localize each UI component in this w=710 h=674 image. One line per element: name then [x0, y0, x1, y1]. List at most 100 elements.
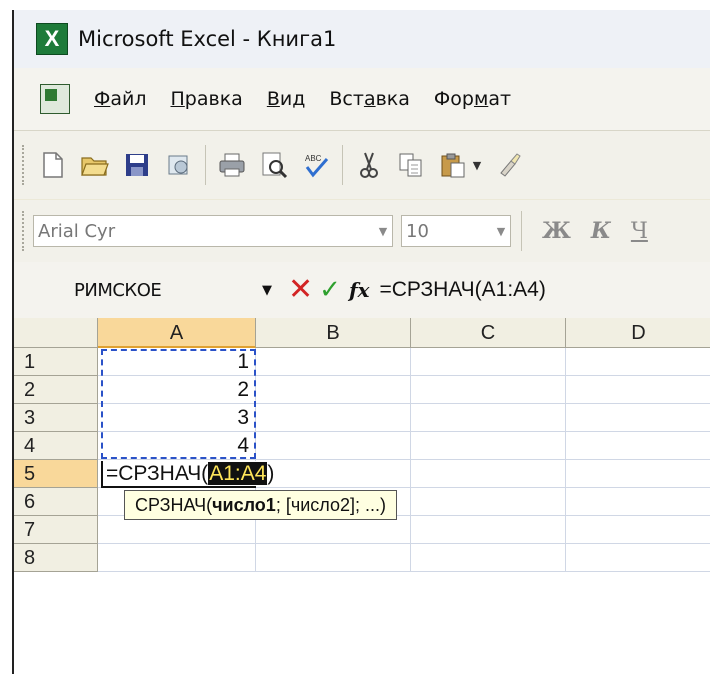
chevron-down-icon[interactable]: ▼ [374, 216, 392, 246]
cell-d2[interactable] [566, 376, 710, 404]
window-title: Microsoft Excel - Книга1 [78, 27, 337, 51]
column-header-b[interactable]: B [256, 318, 411, 348]
spelling-icon[interactable]: ABC [300, 149, 332, 181]
menu-edit[interactable]: Правка [171, 88, 243, 110]
font-size-combo[interactable]: 10 ▼ [401, 215, 511, 247]
chevron-down-icon[interactable]: ▼ [262, 283, 278, 298]
cell-c8[interactable] [411, 544, 566, 572]
cell-d1[interactable] [566, 348, 710, 376]
print-icon[interactable] [216, 149, 248, 181]
enter-check-icon[interactable]: ✓ [319, 277, 341, 303]
cell-b3[interactable] [256, 404, 411, 432]
open-folder-icon[interactable] [79, 149, 111, 181]
worksheet-grid[interactable]: A B C D 1 2 3 4 5 6 7 8 1 2 3 4 =СРЗНАЧ(… [14, 318, 710, 674]
cell-a1[interactable]: 1 [98, 348, 256, 376]
cell-a7[interactable] [98, 516, 256, 544]
paste-dropdown-icon[interactable]: ▼ [471, 149, 483, 181]
insert-function-icon[interactable]: fx [349, 278, 370, 302]
font-size-value: 10 [406, 220, 429, 242]
font-name-combo[interactable]: Arial Cyr ▼ [33, 215, 393, 247]
row-header-7[interactable]: 7 [14, 516, 98, 544]
cell-c3[interactable] [411, 404, 566, 432]
save-icon[interactable] [121, 149, 153, 181]
select-all-corner[interactable] [14, 318, 98, 348]
cut-icon[interactable] [353, 149, 385, 181]
menu-view[interactable]: Вид [267, 88, 306, 110]
chevron-down-icon[interactable]: ▼ [492, 216, 510, 246]
cell-d8[interactable] [566, 544, 710, 572]
menu-file[interactable]: Файл [94, 88, 147, 110]
paste-icon[interactable] [437, 149, 469, 181]
print-preview-icon[interactable] [258, 149, 290, 181]
cell-d6[interactable] [566, 488, 710, 516]
column-header-a[interactable]: A [98, 318, 256, 348]
column-header-d[interactable]: D [566, 318, 710, 348]
italic-button[interactable]: К [591, 218, 611, 244]
cell-d7[interactable] [566, 516, 710, 544]
menu-edit-post: равка [184, 88, 243, 110]
tooltip-current-arg[interactable]: число1 [212, 495, 276, 515]
format-painter-icon[interactable] [493, 149, 525, 181]
formatting-toolbar: Arial Cyr ▼ 10 ▼ Ж К Ч [14, 200, 710, 263]
cell-d3[interactable] [566, 404, 710, 432]
standard-toolbar: ABC ▼ [14, 131, 710, 199]
cell-d5[interactable] [566, 460, 710, 488]
workbook-icon[interactable] [40, 84, 70, 114]
cell-c7[interactable] [411, 516, 566, 544]
cell-b7[interactable] [256, 516, 411, 544]
row-header-6[interactable]: 6 [14, 488, 98, 516]
active-cell-editor[interactable]: =СРЗНАЧ(A1:A4) [101, 461, 274, 488]
menu-insert-post: вка [375, 88, 410, 110]
menu-file-key: Ф [94, 88, 111, 110]
bold-button[interactable]: Ж [542, 218, 571, 244]
edit-range-reference[interactable]: A1:A4 [208, 462, 268, 485]
cell-d4[interactable] [566, 432, 710, 460]
toolbar-separator [521, 211, 522, 251]
row-header-2[interactable]: 2 [14, 376, 98, 404]
tooltip-function-name[interactable]: СРЗНАЧ( [135, 495, 212, 515]
cancel-icon[interactable]: ✕ [288, 275, 313, 305]
cell-b2[interactable] [256, 376, 411, 404]
menu-insert[interactable]: Вставка [329, 88, 410, 110]
font-name-value: Arial Cyr [38, 220, 116, 242]
toolbar-grip[interactable] [22, 145, 27, 185]
excel-logo-icon [36, 23, 68, 55]
menu-format[interactable]: Формат [434, 88, 511, 110]
permission-icon[interactable] [163, 149, 195, 181]
title-bar: Microsoft Excel - Книга1 [14, 10, 710, 68]
cell-b1[interactable] [256, 348, 411, 376]
cell-a2[interactable]: 2 [98, 376, 256, 404]
edit-suffix: ) [267, 462, 275, 485]
menu-insert-pre: Вст [329, 88, 364, 110]
cell-c6[interactable] [411, 488, 566, 516]
row-header-5[interactable]: 5 [14, 460, 98, 488]
svg-text:ABC: ABC [305, 154, 322, 163]
cell-a8[interactable] [98, 544, 256, 572]
formula-input[interactable]: =СРЗНАЧ(A1:A4) [379, 278, 545, 302]
menu-view-post: ид [279, 88, 306, 110]
tooltip-rest: ; [число2]; ...) [275, 495, 386, 515]
toolbar-separator [205, 145, 206, 185]
cell-a3[interactable]: 3 [98, 404, 256, 432]
cell-b4[interactable] [256, 432, 411, 460]
cell-c4[interactable] [411, 432, 566, 460]
row-header-3[interactable]: 3 [14, 404, 98, 432]
row-header-4[interactable]: 4 [14, 432, 98, 460]
menu-edit-key: П [170, 88, 185, 110]
copy-icon[interactable] [395, 149, 427, 181]
cell-a4[interactable]: 4 [98, 432, 256, 460]
menu-insert-key: а [363, 88, 376, 110]
cell-c2[interactable] [411, 376, 566, 404]
cell-b8[interactable] [256, 544, 411, 572]
underline-button[interactable]: Ч [631, 219, 648, 244]
new-document-icon[interactable] [37, 149, 69, 181]
cell-c5[interactable] [411, 460, 566, 488]
row-header-1[interactable]: 1 [14, 348, 98, 376]
excel-window: Microsoft Excel - Книга1 Файл Правка Вид… [12, 10, 710, 674]
cell-b5[interactable] [256, 460, 411, 488]
cell-c1[interactable] [411, 348, 566, 376]
name-box[interactable]: РИМСКОЕ [74, 280, 254, 301]
row-header-8[interactable]: 8 [14, 544, 98, 572]
toolbar-grip[interactable] [22, 211, 27, 251]
column-header-c[interactable]: C [411, 318, 566, 348]
